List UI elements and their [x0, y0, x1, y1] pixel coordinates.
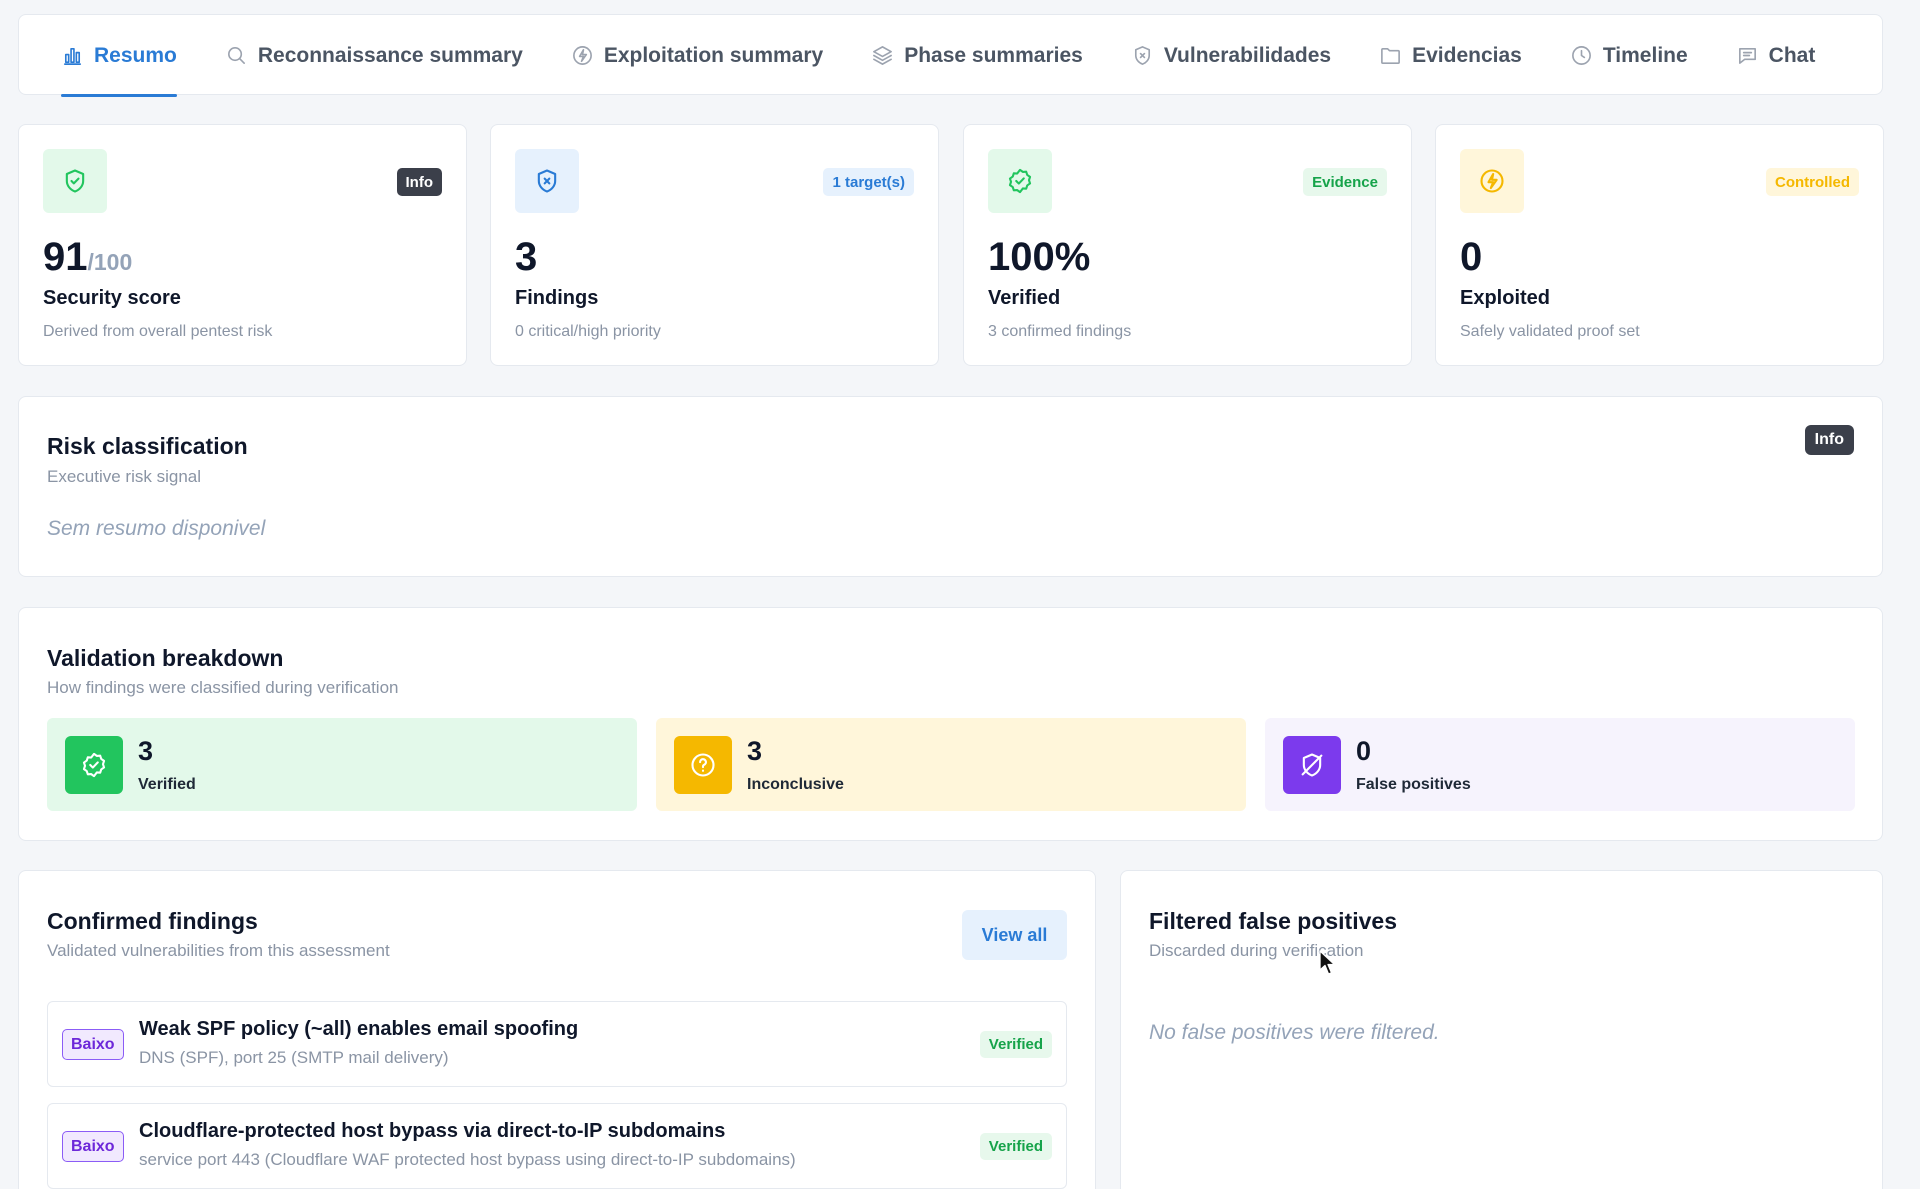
bolt-circle-icon — [572, 46, 592, 65]
tab-label: Evidencias — [1412, 43, 1522, 67]
folder-icon — [1381, 47, 1401, 64]
mouse-pointer-icon — [1319, 950, 1336, 975]
confirmed-findings-card: Confirmed findings Validated vulnerabili… — [18, 870, 1096, 1189]
tab-exploitation[interactable]: Exploitation summary — [571, 15, 823, 96]
section-subtitle: Executive risk signal — [47, 467, 202, 486]
badge-check-icon — [65, 736, 123, 794]
validation-count: 0 — [1356, 736, 1372, 766]
finding-row[interactable]: Baixo Weak SPF policy (~all) enables ema… — [47, 1001, 1067, 1087]
finding-subtitle: DNS (SPF), port 25 (SMTP mail delivery) — [139, 1048, 449, 1067]
validation-false-positives: 0 False positives — [1265, 718, 1855, 811]
tab-chat[interactable]: Chat — [1736, 15, 1816, 96]
stat-card-security-score: Info 91/100 Security score Derived from … — [18, 124, 467, 366]
validation-inconclusive: 3 Inconclusive — [656, 718, 1246, 811]
tab-bar: Resumo Reconnaissance summary Exploitati… — [18, 14, 1883, 97]
bar-chart-icon — [64, 47, 81, 65]
validation-count: 3 — [747, 736, 763, 766]
layers-icon — [873, 46, 893, 65]
false-positives-card: Filtered false positives Discarded durin… — [1120, 870, 1883, 1189]
view-all-button[interactable]: View all — [962, 910, 1067, 960]
tab-label: Exploitation summary — [603, 43, 824, 67]
severity-badge: Baixo — [62, 1131, 124, 1162]
section-title: Risk classification — [47, 433, 248, 459]
stat-card-verified: Evidence 100% Verified 3 confirmed findi… — [963, 124, 1412, 366]
finding-row[interactable]: Baixo Cloudflare-protected host bypass v… — [47, 1103, 1067, 1189]
section-title: Validation breakdown — [47, 645, 284, 671]
finding-title: Cloudflare-protected host bypass via dir… — [139, 1120, 726, 1142]
stat-card-findings: 1 target(s) 3 Findings 0 critical/high p… — [490, 124, 939, 366]
tab-label: Phase summaries — [904, 43, 1083, 67]
validation-breakdown-card: Validation breakdown How findings were c… — [18, 607, 1883, 841]
stat-value: 3 — [515, 235, 538, 279]
severity-badge: Baixo — [62, 1029, 124, 1060]
search-icon — [227, 47, 245, 64]
validation-verified: 3 Verified — [47, 718, 637, 811]
status-badge: Verified — [979, 1031, 1052, 1058]
tab-phase-summaries[interactable]: Phase summaries — [871, 15, 1083, 96]
tab-label: Resumo — [94, 43, 177, 67]
bolt-circle-icon — [1460, 149, 1524, 213]
shield-x-icon — [515, 149, 579, 213]
section-subtitle: How findings were classified during veri… — [47, 678, 399, 697]
stat-subtext: 3 confirmed findings — [988, 323, 1132, 340]
tab-label: Vulnerabilidades — [1163, 43, 1332, 67]
help-circle-icon — [674, 736, 732, 794]
controlled-badge: Controlled — [1766, 168, 1859, 196]
stat-subtext: Derived from overall pentest risk — [43, 323, 273, 340]
stat-card-exploited: Controlled 0 Exploited Safely validated … — [1435, 124, 1884, 366]
tab-label: Chat — [1768, 43, 1816, 67]
chat-icon — [1738, 47, 1756, 64]
shield-off-icon — [1283, 736, 1341, 794]
tab-timeline[interactable]: Timeline — [1570, 15, 1688, 96]
stat-label: Findings — [515, 287, 599, 309]
tab-resumo[interactable]: Resumo — [61, 15, 177, 97]
stat-subtext: Safely validated proof set — [1460, 323, 1640, 340]
validation-label: False positives — [1356, 776, 1471, 793]
stat-subtext: 0 critical/high priority — [515, 323, 661, 340]
tab-evidencias[interactable]: Evidencias — [1379, 15, 1522, 96]
validation-label: Inconclusive — [747, 776, 844, 793]
stat-value: 91/100 — [43, 235, 133, 279]
clock-icon — [1571, 46, 1591, 65]
risk-classification-card: Risk classification Executive risk signa… — [18, 396, 1883, 577]
empty-state-text: No false positives were filtered. — [1149, 1021, 1440, 1044]
section-title: Filtered false positives — [1149, 908, 1397, 934]
stat-label: Exploited — [1460, 287, 1551, 309]
risk-badge: Info — [1804, 425, 1854, 455]
target-count-badge: 1 target(s) — [823, 168, 914, 196]
stat-label: Verified — [988, 287, 1061, 309]
tab-reconnaissance[interactable]: Reconnaissance summary — [225, 15, 523, 96]
badge-check-icon — [988, 149, 1052, 213]
evidence-badge: Evidence — [1303, 168, 1387, 196]
empty-summary-text: Sem resumo disponivel — [47, 517, 266, 540]
tab-label: Reconnaissance summary — [257, 43, 523, 67]
validation-count: 3 — [138, 736, 154, 766]
shield-check-icon — [43, 149, 107, 213]
section-subtitle: Validated vulnerabilities from this asse… — [47, 941, 390, 960]
status-badge: Info — [396, 168, 442, 196]
finding-subtitle: service port 443 (Cloudflare WAF protect… — [139, 1150, 796, 1169]
tab-vulnerabilidades[interactable]: Vulnerabilidades — [1131, 15, 1331, 96]
status-badge: Verified — [979, 1133, 1052, 1160]
stat-value: 100% — [988, 235, 1091, 279]
stat-label: Security score — [43, 287, 181, 309]
stat-value: 0 — [1460, 235, 1483, 279]
validation-label: Verified — [138, 776, 196, 793]
finding-title: Weak SPF policy (~all) enables email spo… — [139, 1018, 579, 1040]
section-title: Confirmed findings — [47, 908, 258, 934]
tab-label: Timeline — [1602, 43, 1688, 67]
shield-x-icon — [1134, 46, 1150, 65]
